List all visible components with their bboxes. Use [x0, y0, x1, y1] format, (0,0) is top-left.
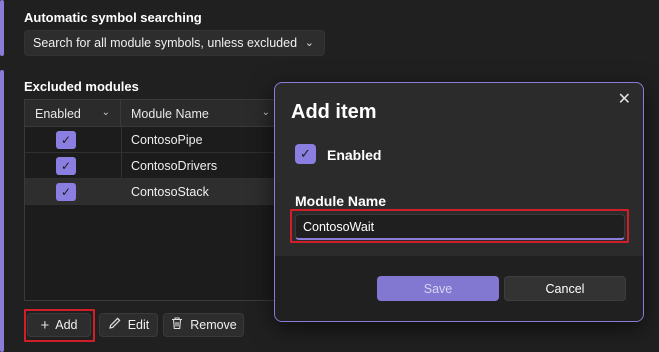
module-name-cell: ContosoStack: [131, 185, 209, 199]
module-name-input[interactable]: ContosoWait: [295, 214, 625, 240]
module-name-cell: ContosoPipe: [131, 133, 203, 147]
plus-icon: +: [40, 316, 50, 334]
section-accent-bar: [0, 70, 4, 352]
excluded-modules-title: Excluded modules: [24, 79, 139, 94]
enabled-checkbox-label: Enabled: [327, 147, 382, 163]
pencil-icon: [108, 316, 122, 334]
enabled-checkbox[interactable]: ✓: [56, 131, 76, 149]
enabled-checkbox[interactable]: ✓: [56, 183, 76, 201]
add-item-dialog: Add item ✕ ✓ Enabled Module Name Contoso…: [274, 82, 644, 322]
symbol-search-dropdown[interactable]: Search for all module symbols, unless ex…: [24, 30, 325, 56]
module-name-value: ContosoWait: [303, 219, 375, 234]
symbol-search-selected: Search for all module symbols, unless ex…: [33, 36, 298, 50]
edit-button[interactable]: Edit: [99, 313, 158, 337]
enabled-checkbox[interactable]: ✓: [295, 144, 316, 164]
save-button[interactable]: Save: [377, 276, 499, 301]
chevron-down-icon: ⌄: [304, 37, 314, 49]
chevron-down-icon: ⌄: [101, 107, 110, 118]
edit-button-label: Edit: [127, 318, 150, 332]
add-button[interactable]: + Add: [27, 313, 91, 337]
column-header-module-name[interactable]: Module Name ⌄: [121, 100, 281, 127]
module-name-label: Module Name: [295, 193, 387, 209]
trash-icon: [170, 316, 184, 334]
chevron-down-icon: ⌄: [261, 107, 270, 118]
dialog-title: Add item: [291, 101, 377, 123]
column-header-enabled[interactable]: Enabled ⌄: [25, 100, 121, 127]
remove-button-label: Remove: [190, 318, 237, 332]
close-icon[interactable]: ✕: [618, 89, 631, 109]
settings-page: Automatic symbol searching Search for al…: [0, 0, 659, 352]
remove-button[interactable]: Remove: [163, 313, 244, 337]
module-name-cell: ContosoDrivers: [131, 159, 218, 173]
symbol-search-title: Automatic symbol searching: [24, 10, 202, 25]
dialog-footer: Save Cancel: [275, 256, 643, 321]
section-accent-bar: [0, 0, 4, 56]
enabled-checkbox[interactable]: ✓: [56, 157, 76, 175]
cancel-button[interactable]: Cancel: [504, 276, 626, 301]
add-button-label: Add: [55, 318, 78, 332]
